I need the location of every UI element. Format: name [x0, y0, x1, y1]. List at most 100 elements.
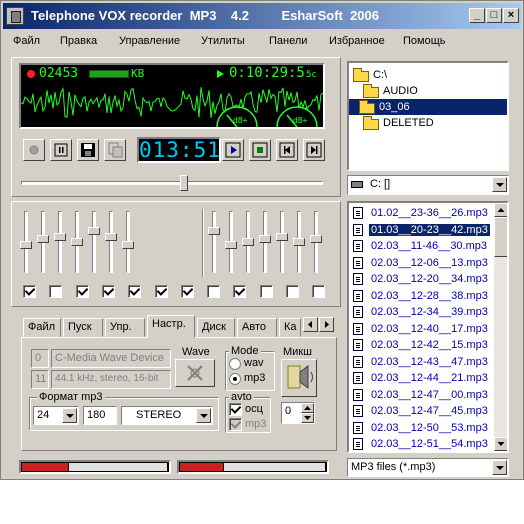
- file-filter-select[interactable]: MP3 files (*.mp3): [347, 458, 509, 477]
- channel-checkbox[interactable]: [233, 285, 247, 298]
- file-list-item[interactable]: 02.03__12-34__39.mp3: [351, 304, 491, 320]
- channels-dropdown-icon[interactable]: [196, 408, 211, 423]
- eq-left-slider-track[interactable]: [92, 211, 96, 273]
- file-list-item[interactable]: 02.03__12-28__38.mp3: [351, 288, 491, 304]
- file-list-item[interactable]: 02.03__12-44__21.mp3: [351, 370, 491, 386]
- mode-mp3-radio[interactable]: [229, 373, 241, 385]
- bitrate-select[interactable]: 24: [33, 406, 79, 425]
- tree-item-root[interactable]: C:\: [353, 67, 503, 83]
- file-list-item[interactable]: 02.03__12-47__45.mp3: [351, 403, 491, 419]
- tab-settings[interactable]: Настр.: [147, 315, 195, 338]
- title-bar[interactable]: Telephone VOX recorder MP3 4.2 EsharSoft…: [3, 3, 521, 29]
- menu-panels[interactable]: Панели: [269, 35, 307, 47]
- scroll-down-button[interactable]: [494, 437, 507, 451]
- tab-file[interactable]: Файл: [23, 318, 61, 337]
- auto-osc-checkbox[interactable]: [229, 403, 242, 416]
- eq-right-slider-thumb[interactable]: [293, 238, 305, 246]
- menu-favorites[interactable]: Избранное: [329, 35, 385, 47]
- close-button[interactable]: ×: [503, 8, 519, 23]
- eq-left-slider-track[interactable]: [58, 211, 62, 273]
- stop-button[interactable]: [249, 139, 271, 161]
- eq-left-slider-thumb[interactable]: [54, 232, 66, 241]
- position-track[interactable]: [21, 181, 323, 185]
- scroll-up-button[interactable]: [494, 203, 507, 217]
- folder-tree[interactable]: C:\ AUDIO 03_06 DELETED: [347, 61, 509, 171]
- position-slider-thumb[interactable]: [180, 175, 189, 191]
- eq-right-slider-track[interactable]: [280, 211, 284, 273]
- eq-left-slider-thumb[interactable]: [105, 232, 117, 241]
- channel-checkbox[interactable]: [207, 285, 221, 298]
- channels-select[interactable]: STEREO: [121, 406, 213, 425]
- file-list[interactable]: 01.02__23-36__26.mp3 01.03__20-23__42.mp3…: [347, 201, 509, 453]
- pause-button[interactable]: [50, 139, 72, 161]
- minimize-button[interactable]: _: [469, 8, 485, 23]
- file-list-item[interactable]: 02.03__12-50__53.mp3: [351, 420, 491, 436]
- drive-dropdown-icon[interactable]: [492, 177, 507, 192]
- save-button[interactable]: [77, 139, 99, 161]
- play-button[interactable]: [222, 139, 244, 161]
- mode-wav-radio[interactable]: [229, 358, 241, 370]
- mixer-button[interactable]: [281, 359, 317, 397]
- menu-utilities[interactable]: Утилиты: [201, 35, 245, 47]
- file-list-item[interactable]: 02.03__12-42__15.mp3: [351, 337, 491, 353]
- channel-checkbox[interactable]: [101, 285, 115, 298]
- tabs-scroll-left-button[interactable]: [303, 317, 318, 332]
- eq-right-slider-thumb[interactable]: [242, 238, 254, 246]
- eq-left-slider-thumb[interactable]: [122, 240, 134, 249]
- tab-start[interactable]: Пуск: [63, 318, 103, 337]
- eq-right-slider-thumb[interactable]: [208, 227, 220, 236]
- file-list-item[interactable]: 02.03__12-40__17.mp3: [351, 321, 491, 337]
- file-filter-dropdown-icon[interactable]: [492, 460, 507, 475]
- copy-button[interactable]: [104, 139, 126, 161]
- eq-right-slider-thumb[interactable]: [276, 232, 288, 241]
- file-list-item[interactable]: 02.03__12-06__13.mp3: [351, 255, 491, 271]
- samplerate-field[interactable]: 180: [83, 406, 117, 425]
- spin-up-button[interactable]: [301, 403, 314, 413]
- eq-left-slider-thumb[interactable]: [20, 240, 32, 249]
- eq-left-slider-thumb[interactable]: [88, 227, 100, 236]
- channel-checkbox[interactable]: [312, 285, 326, 298]
- drive-select[interactable]: C: []: [347, 175, 509, 195]
- spin-down-button[interactable]: [301, 413, 314, 423]
- menu-edit[interactable]: Правка: [60, 35, 97, 47]
- channel-checkbox[interactable]: [75, 285, 89, 298]
- prev-button[interactable]: [276, 139, 298, 161]
- wave-settings-button[interactable]: [175, 359, 215, 387]
- tree-item-audio[interactable]: AUDIO: [363, 83, 503, 99]
- file-list-item[interactable]: 02.03__12-51__54.mp3: [351, 436, 491, 451]
- file-list-item[interactable]: 02.03__12-20__34.mp3: [351, 271, 491, 287]
- tab-disk[interactable]: Диск: [197, 318, 235, 337]
- eq-left-slider-thumb[interactable]: [71, 238, 83, 246]
- channel-checkbox[interactable]: [259, 285, 273, 298]
- channel-checkbox[interactable]: [154, 285, 168, 298]
- spin-box[interactable]: 0: [281, 402, 315, 424]
- file-list-item[interactable]: 02.03__11-46__30.mp3: [351, 238, 491, 254]
- app-icon[interactable]: [6, 7, 24, 25]
- file-list-item[interactable]: 01.02__23-36__26.mp3: [351, 205, 491, 221]
- tab-auto[interactable]: Авто: [237, 318, 277, 337]
- file-list-item[interactable]: 02.03__12-47__00.mp3: [351, 387, 491, 403]
- scroll-thumb[interactable]: [494, 217, 507, 257]
- next-button[interactable]: [303, 139, 325, 161]
- eq-right-slider-thumb[interactable]: [259, 235, 271, 244]
- tree-item-deleted[interactable]: DELETED: [363, 115, 503, 131]
- menu-file[interactable]: Файл: [13, 35, 40, 47]
- file-list-item[interactable]: 01.03__20-23__42.mp3: [351, 222, 491, 238]
- channel-checkbox[interactable]: [49, 285, 63, 298]
- eq-right-slider-thumb[interactable]: [225, 240, 237, 249]
- maximize-button[interactable]: □: [486, 8, 502, 23]
- bitrate-dropdown-icon[interactable]: [62, 408, 77, 423]
- tab-more[interactable]: Ка: [279, 318, 301, 337]
- file-list-scrollbar[interactable]: [494, 203, 507, 451]
- channel-checkbox[interactable]: [128, 285, 142, 298]
- record-button[interactable]: [23, 139, 45, 161]
- file-list-item[interactable]: 02.03__12-43__47.mp3: [351, 354, 491, 370]
- eq-right-slider-track[interactable]: [212, 211, 216, 273]
- menu-control[interactable]: Управление: [119, 35, 180, 47]
- menu-help[interactable]: Помощь: [403, 35, 446, 47]
- eq-right-slider-thumb[interactable]: [310, 235, 322, 244]
- channel-checkbox[interactable]: [180, 285, 194, 298]
- channel-checkbox[interactable]: [23, 285, 36, 298]
- tabs-scroll-right-button[interactable]: [319, 317, 334, 332]
- eq-left-slider-thumb[interactable]: [37, 235, 49, 244]
